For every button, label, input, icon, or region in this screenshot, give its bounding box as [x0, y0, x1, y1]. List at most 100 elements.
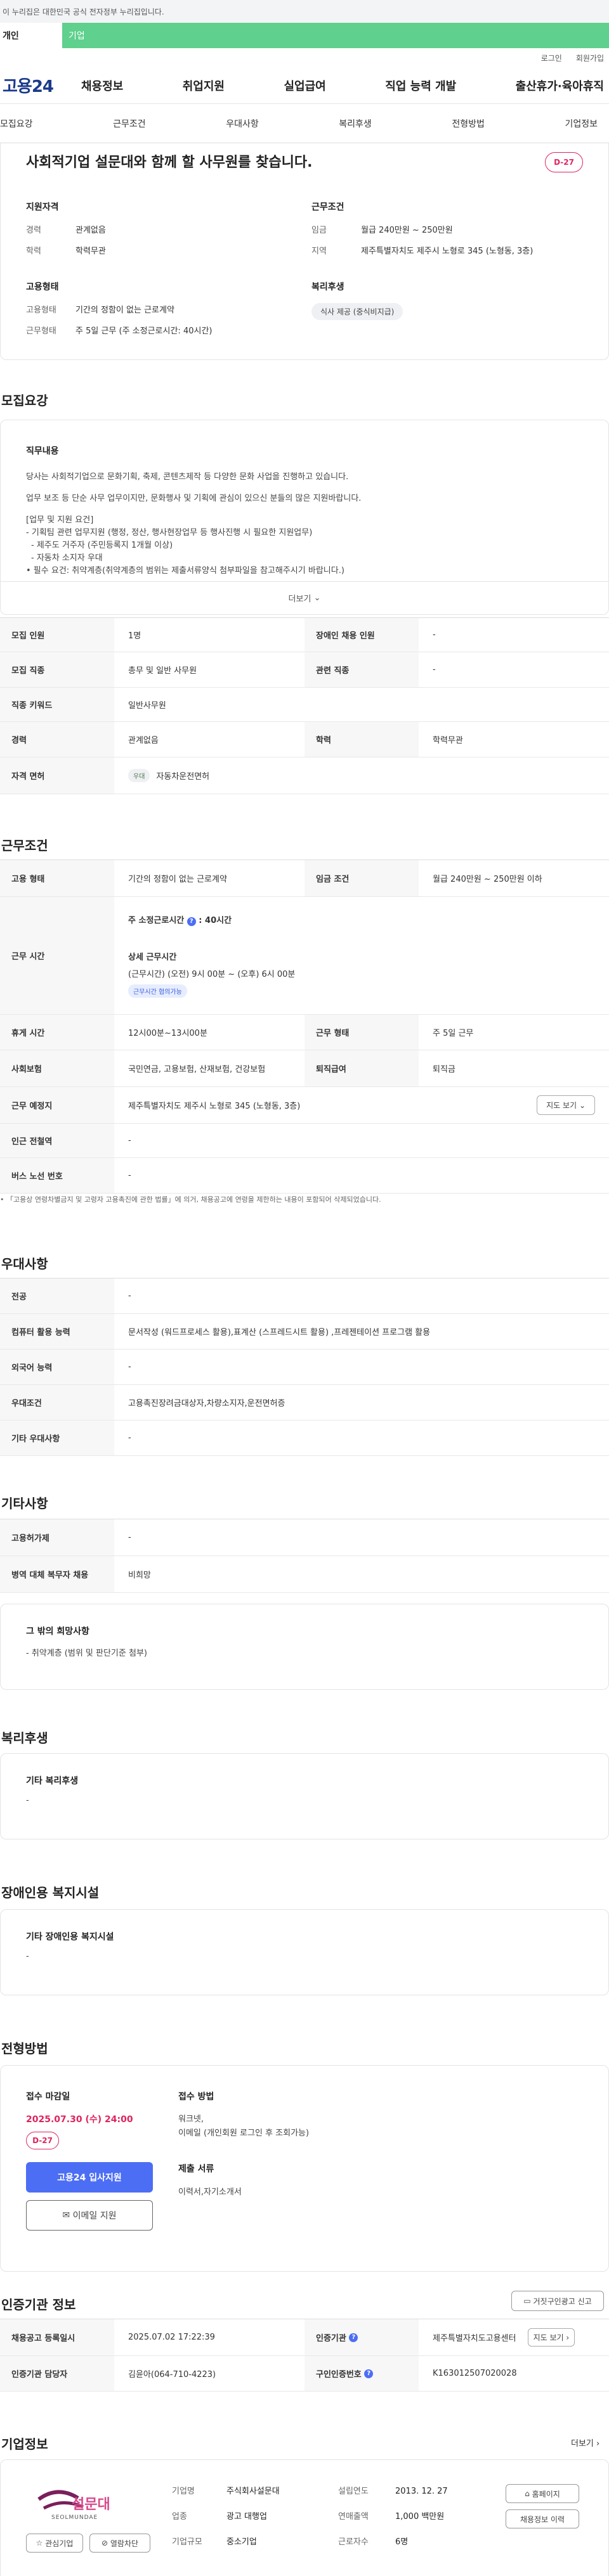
table-value: 주 5일 근무 — [433, 1029, 474, 1038]
gnb-item-unemployment[interactable]: 실업급여 — [284, 77, 326, 94]
table-row: 모집 직종 총무 및 일반 사무원 관련 직종 - — [0, 652, 609, 688]
method-heading: 접수 방법 — [178, 2092, 214, 2102]
duty-more-button[interactable]: 더보기 ⌄ — [1, 581, 608, 614]
info-value: 제주특별자치도 제주시 노형로 345 (노형동, 3층) — [361, 247, 534, 256]
report-fake-ad-button[interactable]: ▭ 거짓구인광고 신고 — [511, 2291, 604, 2311]
table-row: 근무 예정지 제주특별자치도 제주시 노형로 345 (노형동, 3층) 지도 보… — [0, 1087, 609, 1124]
agency-map-button[interactable]: 지도 보기 › — [527, 2328, 575, 2347]
table-key: 고용 형태 — [0, 860, 114, 896]
homepage-label: 홈페이지 — [532, 2489, 560, 2499]
table-key: 기타 우대사항 — [0, 1420, 114, 1455]
info-key: 지역 — [311, 247, 327, 256]
gnb-item-training[interactable]: 직업 능력 개발 — [385, 77, 456, 94]
info-key: 근무형태 — [26, 326, 56, 336]
hours-detail-cell: 주 소정근로시간 ? : 40시간 상세 근무시간 (근무시간) (오전) 9시… — [114, 913, 609, 998]
conditions-table: 고용 형태 기간의 정함이 없는 근로계약 임금 조건 월급 240만원 ~ 250… — [0, 860, 609, 1194]
job-summary-card: 사회적기업 설문대와 함께 할 사무원를 찾습니다. D-27 지원자격 경력 관… — [0, 143, 609, 360]
qualification-heading: 지원자격 — [26, 202, 59, 212]
table-row: 컴퓨터 활용 능력 문서작성 (워드프로세스 활용),표계산 (스프레드시트 활용… — [0, 1314, 609, 1349]
map-view-button[interactable]: 지도 보기 ⌄ — [537, 1095, 595, 1115]
apply-dday-badge: D-27 — [26, 2132, 59, 2149]
info-key: 임금 — [311, 226, 327, 235]
info-key: 학력 — [26, 247, 41, 256]
duty-label: 직무내용 — [26, 446, 59, 456]
tab-recruit[interactable]: 모집요강 — [0, 117, 33, 130]
table-value: - — [433, 665, 436, 674]
gov-tabs: 개인 기업 — [0, 23, 609, 48]
gnb-item-jobs[interactable]: 채용정보 — [81, 77, 123, 94]
table-value: - — [128, 1291, 131, 1301]
company-field-key: 기업규모 — [172, 2537, 202, 2547]
section-heading-selection: 전형방법 — [1, 2041, 48, 2056]
section-tabs: 모집요강 근무조건 우대사항 복리후생 전형방법 기업정보 — [0, 104, 609, 143]
info-icon[interactable]: ? — [364, 2369, 374, 2378]
info-key: 경력 — [26, 226, 41, 235]
email-apply-button[interactable]: ✉ 이메일 지원 — [26, 2200, 153, 2231]
table-row: 경력 관계없음 학력 학력무관 — [0, 722, 609, 757]
hours-week-line: 주 소정근로시간 ? : 40시간 — [128, 916, 232, 926]
info-icon[interactable]: ? — [349, 2333, 358, 2342]
disabled-box-title: 기타 장애인용 복지시설 — [26, 1932, 114, 1942]
duty-line: • 필수 요건: 취약계층(취약계층의 범위는 제출서류양식 첨부파일을 참고해… — [26, 566, 344, 576]
tab-preference[interactable]: 우대사항 — [226, 117, 259, 130]
company-field-key: 연매출액 — [338, 2512, 369, 2521]
table-value: 12시00분~13시00분 — [128, 1029, 207, 1038]
etc-wish-box: 그 밖의 희망사항 - 취약계층 (범위 및 판단기준 첨부) — [0, 1604, 609, 1690]
apply-online-button[interactable]: 고용24 입사지원 — [26, 2162, 153, 2193]
section-heading-welfare: 복리후생 — [1, 1730, 48, 1746]
table-value: 김윤아(064-710-4223) — [128, 2370, 216, 2380]
table-row: 자격 면허 우대 자동차운전면허 — [0, 757, 609, 794]
site-logo[interactable]: 고용24 — [3, 74, 81, 97]
recruit-history-button[interactable]: 채용정보 이력 — [506, 2509, 579, 2528]
table-value: 관계없음 — [128, 736, 159, 745]
etc-box-title: 그 밖의 희망사항 — [26, 1626, 89, 1637]
hours-negotiable-badge: 근무시간 협의가능 — [128, 984, 187, 998]
chevron-right-icon: › — [596, 2439, 600, 2449]
table-value: 고용촉진장려금대상자,차량소지자,운전면허증 — [128, 1399, 285, 1408]
company-card: 설문대 SEOLMUNDAE ☆ 관심기업 ⊘ 열람차단 기업명 주식회사설문대 … — [0, 2459, 609, 2576]
tab-conditions[interactable]: 근무조건 — [113, 117, 146, 130]
tab-welfare[interactable]: 복리후생 — [339, 117, 372, 130]
table-key: 인증기관 담당자 — [0, 2356, 114, 2391]
tab-individual[interactable]: 개인 — [0, 23, 62, 48]
company-logo: 설문대 SEOLMUNDAE — [32, 2482, 128, 2526]
condition-heading: 근무조건 — [311, 202, 344, 212]
document-icon: ▭ — [523, 2296, 531, 2305]
company-field-key: 업종 — [172, 2512, 187, 2521]
info-row: 학력 학력무관 — [26, 244, 292, 256]
table-key: 퇴직급여 — [304, 1050, 419, 1086]
agency-table: 채용공고 등록일시 2025.07.02 17:22:39 인증기관 ? 제주특별자… — [0, 2319, 609, 2392]
company-field: 기업명 주식회사설문대 — [172, 2479, 280, 2504]
info-value: 기간의 정함이 없는 근로계약 — [75, 306, 174, 315]
tab-business[interactable]: 기업 — [62, 23, 609, 48]
gov-notice-bar: 이 누리집은 대한민국 공식 전자정부 누리집입니다. — [0, 0, 609, 23]
table-value: - — [128, 1136, 131, 1145]
info-icon[interactable]: ? — [187, 917, 196, 926]
login-link[interactable]: 로그인 — [541, 53, 562, 63]
company-logo-text: 설문대 — [72, 2497, 110, 2513]
company-field-key: 근로자수 — [338, 2537, 369, 2547]
join-link[interactable]: 회원가입 — [576, 53, 604, 63]
deadline-text: 2025.07.30 (수) 24:00 — [26, 2115, 133, 2125]
method-line: 이메일 (개인회원 로그인 후 조회가능) — [178, 2128, 310, 2138]
chevron-down-icon: ⌄ — [579, 1101, 586, 1110]
method-line: 워크넷, — [178, 2115, 204, 2124]
company-field-key: 설립연도 — [338, 2487, 369, 2496]
duty-card: 직무내용 당사는 사회적기업으로 문화기획, 축제, 콘텐츠제작 등 다양한 문… — [0, 420, 609, 615]
tab-company[interactable]: 기업정보 — [565, 117, 598, 130]
company-more-link[interactable]: 더보기 › — [571, 2437, 599, 2449]
gnb-item-employment-support[interactable]: 취업지원 — [183, 77, 225, 94]
tab-selection[interactable]: 전형방법 — [452, 117, 485, 130]
table-value: 1명 — [128, 631, 141, 641]
condition-block: 근무조건 임금 월급 240만원 ~ 250만원 지역 제주특별자치도 제주시 노형… — [311, 200, 591, 265]
homepage-button[interactable]: ⌂ 홈페이지 — [506, 2484, 579, 2503]
table-key: 자격 면허 — [0, 757, 114, 794]
gnb-item-parental-leave[interactable]: 출산휴가·육아휴직 — [516, 77, 604, 94]
table-value: 총무 및 일반 사무원 — [128, 666, 197, 676]
company-field-value: 1,000 백만원 — [395, 2512, 445, 2521]
info-value: 월급 240만원 ~ 250만원 — [361, 226, 453, 235]
favorite-company-button[interactable]: ☆ 관심기업 — [26, 2534, 83, 2553]
block-company-button[interactable]: ⊘ 열람차단 — [89, 2534, 150, 2553]
docs-text: 이력서,자기소개서 — [178, 2187, 242, 2197]
section-heading-etc: 기타사항 — [1, 1496, 48, 1511]
